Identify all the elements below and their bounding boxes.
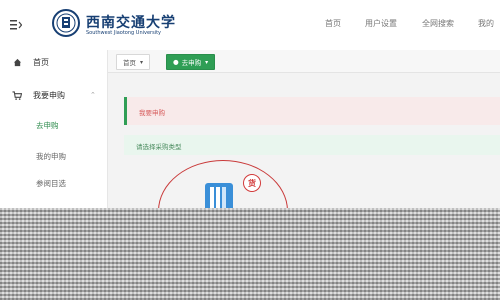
- nav-user-settings[interactable]: 用户设置: [365, 18, 397, 29]
- tab-label: 首页: [123, 59, 136, 67]
- university-emblem-icon: [52, 9, 80, 37]
- goods-badge-icon: 货: [243, 174, 261, 192]
- sidebar-item-home[interactable]: 首页: [0, 52, 107, 72]
- nav-global-search[interactable]: 全网搜索: [422, 18, 454, 29]
- menu-toggle-icon[interactable]: [10, 19, 22, 31]
- nav-my[interactable]: 我的: [478, 18, 494, 29]
- tab-home[interactable]: 首页 ▾: [116, 54, 151, 70]
- dot-icon: ●: [173, 58, 179, 66]
- cart-icon: [12, 90, 22, 100]
- logo-title: 西南交通大学: [86, 15, 176, 31]
- chevron-down-icon: ▾: [205, 58, 209, 66]
- tab-label: 去申购: [181, 59, 202, 67]
- top-header: 西南交通大学 Southwest Jiaotong University 首页 …: [0, 0, 500, 51]
- tab-bar: 首页 ▾ ● 去申购 ▾: [108, 50, 500, 73]
- home-icon: [12, 57, 22, 67]
- sidebar-subitem-my-purchases[interactable]: 我的申购: [36, 151, 66, 162]
- info-text: 请选择采购类型: [136, 143, 182, 151]
- alert-panel: 我要申购: [124, 97, 500, 125]
- sidebar-item-label: 我要申购: [33, 90, 65, 100]
- sidebar-subitem-go-purchase[interactable]: 去申购: [36, 120, 59, 131]
- sidebar-item-label: 首页: [33, 57, 49, 67]
- logo-subtitle: Southwest Jiaotong University: [86, 30, 162, 36]
- chevron-up-icon: ⌃: [90, 91, 96, 99]
- chevron-down-icon: ▾: [140, 58, 144, 66]
- tab-go-purchase[interactable]: ● 去申购 ▾: [166, 54, 216, 70]
- sidebar-subitem-reference[interactable]: 参阅目选: [36, 178, 66, 189]
- sidebar-item-purchase[interactable]: 我要申购 ⌃: [0, 85, 107, 105]
- info-panel: 请选择采购类型: [124, 135, 500, 155]
- image-noise-overlay: [0, 208, 500, 300]
- alert-text: 我要申购: [139, 109, 165, 117]
- nav-home[interactable]: 首页: [325, 18, 341, 29]
